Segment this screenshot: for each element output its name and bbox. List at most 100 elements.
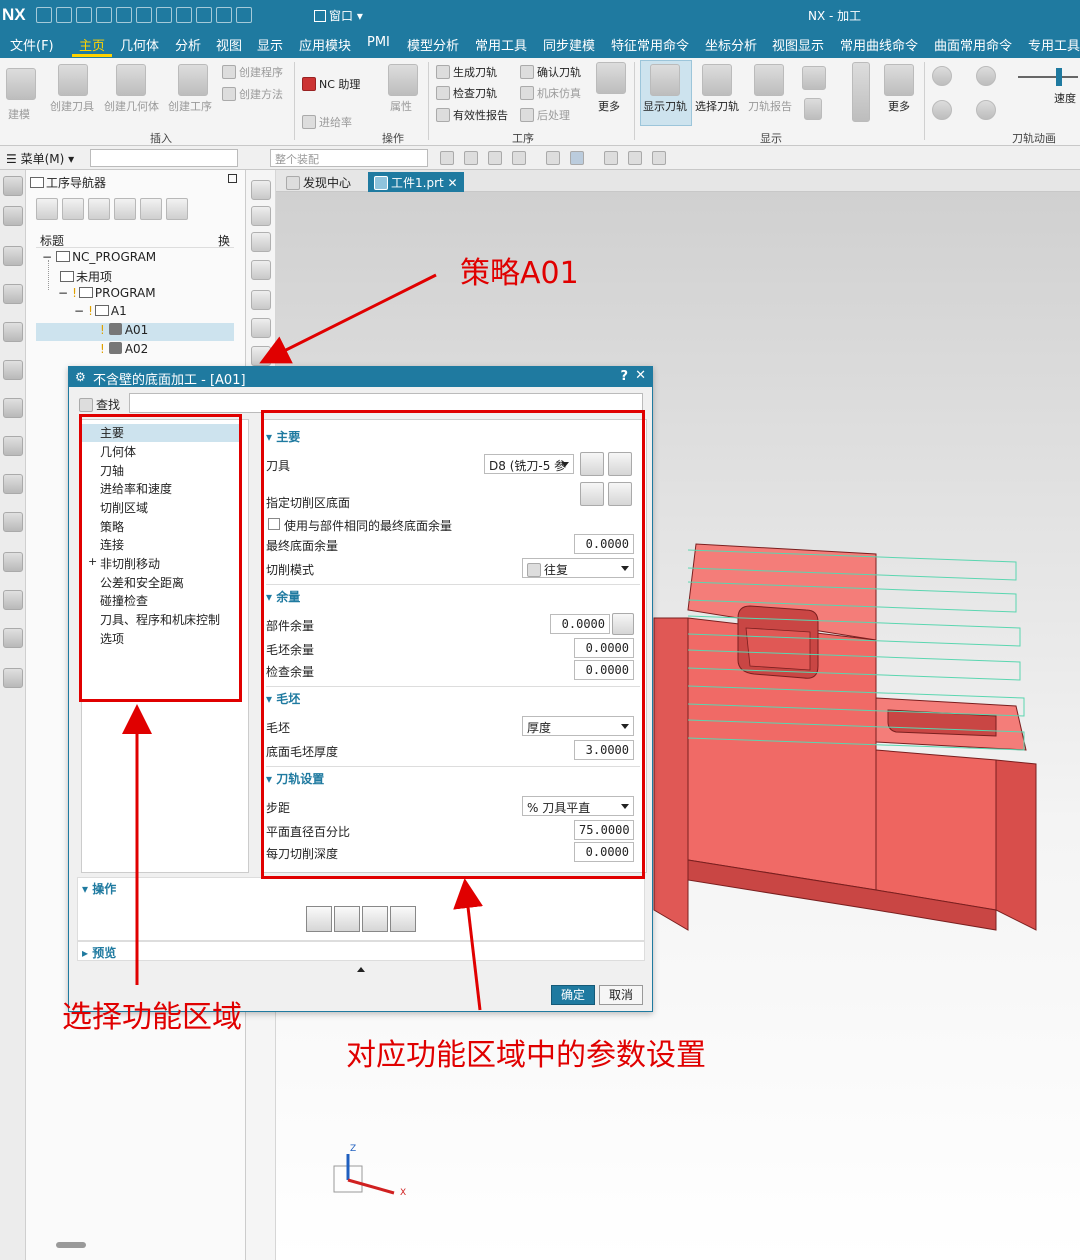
measure-icon[interactable] <box>251 232 271 252</box>
machine-navigator-icon[interactable] <box>3 322 23 342</box>
hd3d-icon[interactable] <box>3 474 23 494</box>
help-icon[interactable]: ? <box>620 369 628 384</box>
expand-icon[interactable] <box>140 198 162 220</box>
command-finder-icon[interactable] <box>216 7 232 23</box>
select-path-icon[interactable] <box>702 64 732 96</box>
paste-icon[interactable] <box>136 7 152 23</box>
collapse-arrow-icon[interactable] <box>357 967 365 972</box>
snap-mid-icon[interactable] <box>488 151 502 165</box>
tab-surface-commands[interactable]: 曲面常用命令 <box>934 35 1012 54</box>
tab-common-tools[interactable]: 常用工具 <box>475 35 527 54</box>
feed-rate-button[interactable]: 进给率 <box>302 114 352 130</box>
type-filter-select[interactable] <box>90 149 238 167</box>
generate-path-button[interactable]: 生成刀轨 <box>436 64 497 80</box>
tree-node-unused[interactable]: 未用项 <box>36 268 234 286</box>
tab-home[interactable]: 主页 <box>79 35 105 54</box>
roles-icon[interactable] <box>3 668 23 688</box>
snap-point-icon[interactable] <box>440 151 454 165</box>
copy-icon[interactable] <box>116 7 132 23</box>
cut-icon[interactable] <box>96 7 112 23</box>
tab-geometry[interactable]: 几何体 <box>120 35 159 54</box>
column-title[interactable]: 标题 <box>40 232 64 249</box>
tree-node-a02[interactable]: ! A02 <box>36 342 234 360</box>
web-browser-icon[interactable] <box>3 512 23 532</box>
post-process-button[interactable]: 后处理 <box>520 107 570 123</box>
system-materials-icon[interactable] <box>3 590 23 610</box>
tab-file[interactable]: 文件(F) <box>10 35 54 54</box>
nc-helper-button[interactable]: NC 助理 <box>302 76 360 92</box>
tab-pmi[interactable]: PMI <box>367 35 390 50</box>
machine-view-icon[interactable] <box>62 198 84 220</box>
create-operation-icon[interactable] <box>178 64 208 96</box>
collapse-icon[interactable] <box>166 198 188 220</box>
process-studio-icon[interactable] <box>3 628 23 648</box>
tab-part-file[interactable]: 工件1.prt ✕ <box>368 172 464 192</box>
tool-display-icon[interactable] <box>804 98 822 120</box>
tree-node-program[interactable]: −! PROGRAM <box>36 286 234 304</box>
rotate-icon[interactable] <box>251 206 271 226</box>
path-report-icon[interactable] <box>754 64 784 96</box>
undo-icon[interactable] <box>56 7 72 23</box>
create-program-button[interactable]: 创建程序 <box>222 64 283 80</box>
reuse-library-icon[interactable] <box>3 436 23 456</box>
brush-icon[interactable] <box>251 260 271 280</box>
more-display-icon[interactable] <box>884 64 914 96</box>
tab-application[interactable]: 应用模块 <box>299 35 351 54</box>
assembly-filter-select[interactable]: 整个装配 <box>270 149 428 167</box>
tab-sync-modeling[interactable]: 同步建模 <box>543 35 595 54</box>
tab-analysis[interactable]: 分析 <box>175 35 201 54</box>
tree-node-a1[interactable]: −! A1 <box>36 304 234 322</box>
tab-feature-commands[interactable]: 特征常用命令 <box>611 35 689 54</box>
operation-navigator-icon[interactable] <box>3 284 23 304</box>
feature-navigator-icon[interactable] <box>3 398 23 418</box>
close-icon[interactable]: ✕ <box>635 368 646 383</box>
touch-mode-icon[interactable] <box>176 7 192 23</box>
cancel-button[interactable]: 取消 <box>599 985 643 1005</box>
switch-window-icon[interactable] <box>236 7 252 23</box>
microphone-icon[interactable] <box>196 7 212 23</box>
part-navigator-icon[interactable] <box>3 206 23 226</box>
snap-end-icon[interactable] <box>464 151 478 165</box>
validity-report-button[interactable]: 有效性报告 <box>436 107 508 123</box>
view-cube-icon[interactable] <box>546 151 560 165</box>
replay-path-icon[interactable] <box>334 906 360 932</box>
show-path-icon[interactable] <box>650 64 680 96</box>
menu-button[interactable]: ☰ 菜单(M) ▾ <box>6 150 74 167</box>
hide-icon[interactable] <box>652 151 666 165</box>
column-change[interactable]: 换 <box>218 232 230 249</box>
section-preview-header[interactable]: ▸ 预览 <box>82 944 116 961</box>
repeat-icon[interactable] <box>156 7 172 23</box>
attribute-icon[interactable] <box>388 64 418 96</box>
list-path-icon[interactable] <box>390 906 416 932</box>
tab-view[interactable]: 视图 <box>216 35 242 54</box>
tool-library-icon[interactable] <box>3 360 23 380</box>
geometry-view-icon[interactable] <box>88 198 110 220</box>
tree-node-nc-program[interactable]: − NC_PROGRAM <box>36 250 234 268</box>
tab-curve-commands[interactable]: 常用曲线命令 <box>840 35 918 54</box>
tab-display[interactable]: 显示 <box>257 35 283 54</box>
select-path-label[interactable]: 选择刀轨 <box>695 98 739 114</box>
save-icon[interactable] <box>36 7 52 23</box>
navigator-maximize-icon[interactable] <box>228 174 237 183</box>
create-geometry-icon[interactable] <box>116 64 146 96</box>
more-process-label[interactable]: 更多 <box>598 98 620 114</box>
tab-model-analysis[interactable]: 模型分析 <box>407 35 459 54</box>
section-operations-header[interactable]: ▾ 操作 <box>82 880 116 897</box>
machine-sim-button[interactable]: 机床仿真 <box>520 85 581 101</box>
move-up-down-icon[interactable] <box>852 62 870 122</box>
tab-view-display[interactable]: 视图显示 <box>772 35 824 54</box>
move-icon[interactable] <box>251 290 271 310</box>
window-menu[interactable]: 窗口 ▾ <box>314 7 363 24</box>
layer-icon[interactable] <box>251 318 271 338</box>
create-tool-icon[interactable] <box>58 64 88 96</box>
create-method-button[interactable]: 创建方法 <box>222 86 283 102</box>
section-icon[interactable] <box>251 346 271 366</box>
play-icon[interactable] <box>976 66 996 86</box>
redo-icon[interactable] <box>76 7 92 23</box>
navigator-scrollbar[interactable] <box>56 1242 86 1248</box>
tab-coordinate-analysis[interactable]: 坐标分析 <box>705 35 757 54</box>
show-hide-icon[interactable] <box>628 151 642 165</box>
tab-discovery-center[interactable]: 发现中心 <box>280 172 357 192</box>
tree-node-a01[interactable]: ! A01 <box>36 323 234 341</box>
ok-button[interactable]: 确定 <box>551 985 595 1005</box>
